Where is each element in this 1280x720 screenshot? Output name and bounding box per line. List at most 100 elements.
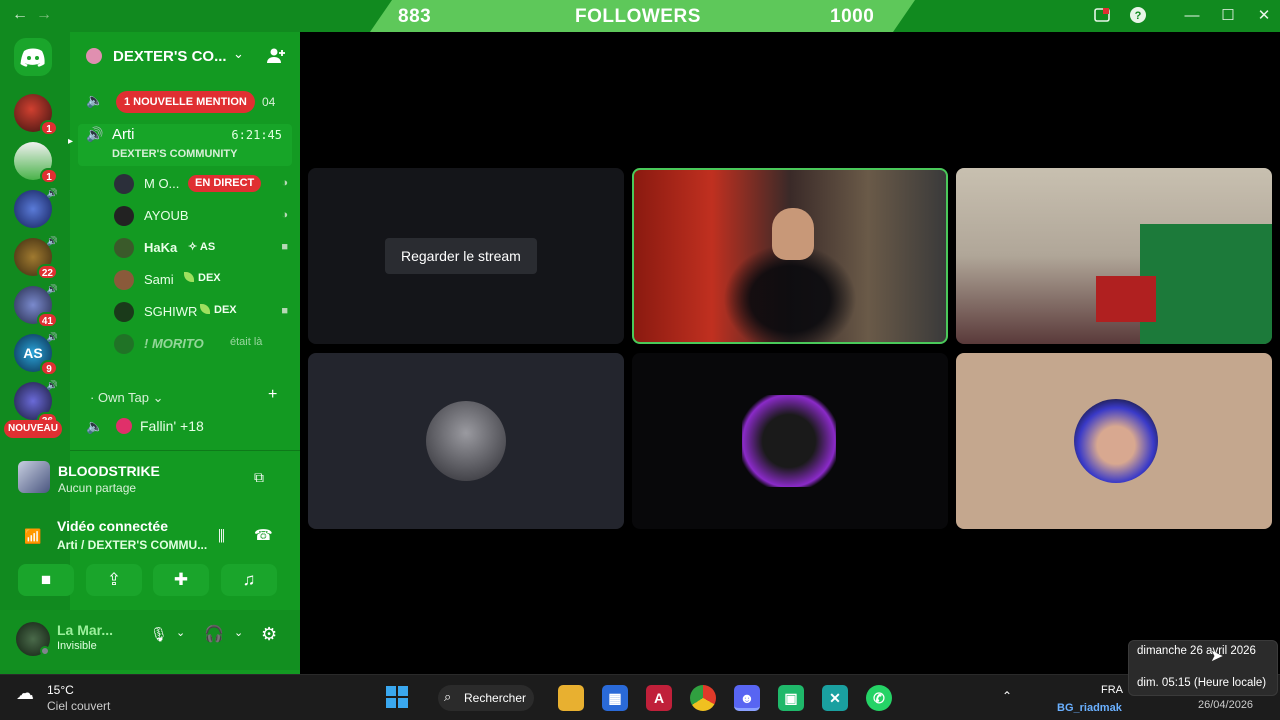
temperature[interactable]: 15°C [47,683,74,697]
user-tag: DEX [198,272,221,284]
watch-stream-button[interactable]: Regarder le stream [385,238,537,274]
maximize-icon[interactable]: ☐ [1218,6,1238,26]
avatar [1074,399,1158,483]
camera-icon: ■ [281,241,288,253]
language-indicator[interactable]: FRA [1101,684,1123,696]
svg-text:?: ? [1135,10,1142,22]
voice-user[interactable]: Sami DEX [114,268,294,292]
server-icon-4[interactable]: 🔊 22 [14,236,58,280]
server-icon-6[interactable]: AS 🔊 9 [14,332,58,376]
speaker-icon: 🔊 [46,380,58,390]
disconnect-icon[interactable]: ☎ [254,526,273,544]
minimize-icon[interactable]: — [1182,6,1202,26]
avatar-tile[interactable] [632,353,948,529]
windows-start-icon[interactable] [384,685,410,711]
user-panel: La Mar... Invisible 🎙 ⌄ 🎧 ⌄ ⚙ [0,610,300,670]
active-voice-channel[interactable]: 🔊 Arti 6:21:45 DEXTER'S COMMUNITY [78,124,292,166]
person-figure [772,208,814,260]
video-tile-speaking[interactable] [632,168,948,344]
weather-icon: ☁ [16,683,34,703]
avatar [114,174,134,194]
camera-button[interactable]: ■ [18,564,74,596]
followers-current: 883 [398,6,432,27]
back-arrow-icon[interactable]: ← [12,6,28,24]
close-icon[interactable]: ✕ [1254,6,1274,26]
app-icon[interactable]: A [646,685,672,711]
server-header[interactable]: DEXTER'S CO... ⌄ [70,32,300,80]
settings-gear-icon[interactable]: ⚙ [261,624,277,645]
discord-taskbar-icon[interactable]: ☻ [734,685,760,711]
new-servers-badge[interactable]: NOUVEAU [4,420,62,438]
voice-channel-icon: 🔈 [86,418,104,434]
windows-taskbar: ☁ 15°C Ciel couvert ⌕ Rechercher ▦ A ☻ ▣… [0,674,1280,720]
file-explorer-icon[interactable] [558,685,584,711]
weather-text[interactable]: Ciel couvert [47,699,110,713]
voice-status[interactable]: Vidéo connectée [57,518,168,534]
voice-location[interactable]: Arti / DEXTER'S COMMU... [57,538,207,552]
avatar [426,401,506,481]
voice-user-past[interactable]: ! MORITO était là [114,332,294,356]
taskbar-search[interactable]: ⌕ Rechercher [438,685,534,711]
avatar-tile[interactable] [308,353,624,529]
server-icon-2[interactable]: 1 [14,142,58,184]
discord-app: ← → 883 FOLLOWERS 1000 ? — ☐ ✕ 1 1 🔊 🔊 2… [0,0,1280,674]
add-channel-icon[interactable]: + [268,386,277,404]
video-tile[interactable] [956,168,1272,344]
user-name[interactable]: La Mar... [57,622,113,638]
activities-button[interactable]: ✚ [153,564,209,596]
headphones-icon[interactable]: 🎧 [204,624,224,644]
microphone-icon[interactable]: 🎙 [150,626,168,643]
invite-people-icon[interactable] [266,46,286,70]
user-tag: AS [199,241,216,253]
inbox-icon[interactable] [1092,6,1112,26]
chevron-up-icon[interactable]: ⌃ [1002,689,1012,703]
avatar [114,270,134,290]
whatsapp-icon[interactable]: ✆ [866,685,892,711]
forward-arrow-icon[interactable]: → [36,6,52,24]
user-tag: DEX [214,304,237,316]
server-icon-1[interactable]: 1 [14,94,58,136]
store-icon[interactable]: ▦ [602,685,628,711]
channel-subtitle: DEXTER'S COMMUNITY [112,148,238,160]
app-icon[interactable]: ▣ [778,685,804,711]
taskbar-date[interactable]: 26/04/2026 [1198,699,1253,711]
new-mention-banner[interactable]: 1 NOUVELLE MENTION [116,91,255,113]
live-badge: EN DIRECT [188,175,262,192]
share-screen-button[interactable]: ⇪ [86,564,142,596]
soundboard-button[interactable]: ♫ [221,564,277,596]
streaming-icon: ◑ [281,177,288,189]
speaker-icon: 🔊 [46,284,58,294]
game-name: BLOODSTRIKE [58,463,160,479]
server-name: DEXTER'S CO... [113,48,227,65]
server-icon-7[interactable]: 🔊 36 [14,380,58,428]
stream-tile[interactable]: Regarder le stream [308,168,624,344]
avatar-tile[interactable] [956,353,1272,529]
channel-fallin[interactable]: Fallin' +18 [140,418,204,434]
speaker-icon: 🔊 [46,236,58,246]
chevron-down-icon[interactable]: ⌄ [234,626,243,639]
diamond-icon: ✧ [188,241,200,253]
voice-user[interactable]: M O... EN DIRECT ◑ [114,172,294,196]
voice-channel-icon: 🔊 [86,126,104,142]
server-boost-icon [86,48,102,64]
chevron-down-icon[interactable]: ⌄ [176,626,185,639]
app-icon[interactable]: ✕ [822,685,848,711]
taskbar-username: BG_riadmak [1057,702,1122,714]
server-icon-5[interactable]: 🔊 41 [14,284,58,328]
voice-user[interactable]: SGHIWR DEX ■ [114,300,294,324]
avatar [114,302,134,322]
discord-home-icon[interactable] [14,38,52,76]
voice-user[interactable]: AYOUB ◑ [114,204,294,228]
channel-name: Arti [112,126,135,143]
server-icon-3[interactable]: 🔊 [14,188,58,228]
chrome-icon[interactable] [690,685,716,711]
leaf-icon [184,272,194,282]
help-icon[interactable]: ? [1128,6,1148,26]
category-own-tap[interactable]: · Own Tap ⌄ [90,390,164,406]
speaker-icon: 🔊 [46,188,58,198]
search-icon: ⌕ [444,689,452,704]
noise-suppression-icon[interactable]: ⫼ [218,528,225,545]
followers-label: FOLLOWERS [575,6,701,27]
screen-share-icon[interactable]: ⧉ [254,469,264,486]
voice-user[interactable]: HaKa ✧ AS ■ [114,236,294,260]
